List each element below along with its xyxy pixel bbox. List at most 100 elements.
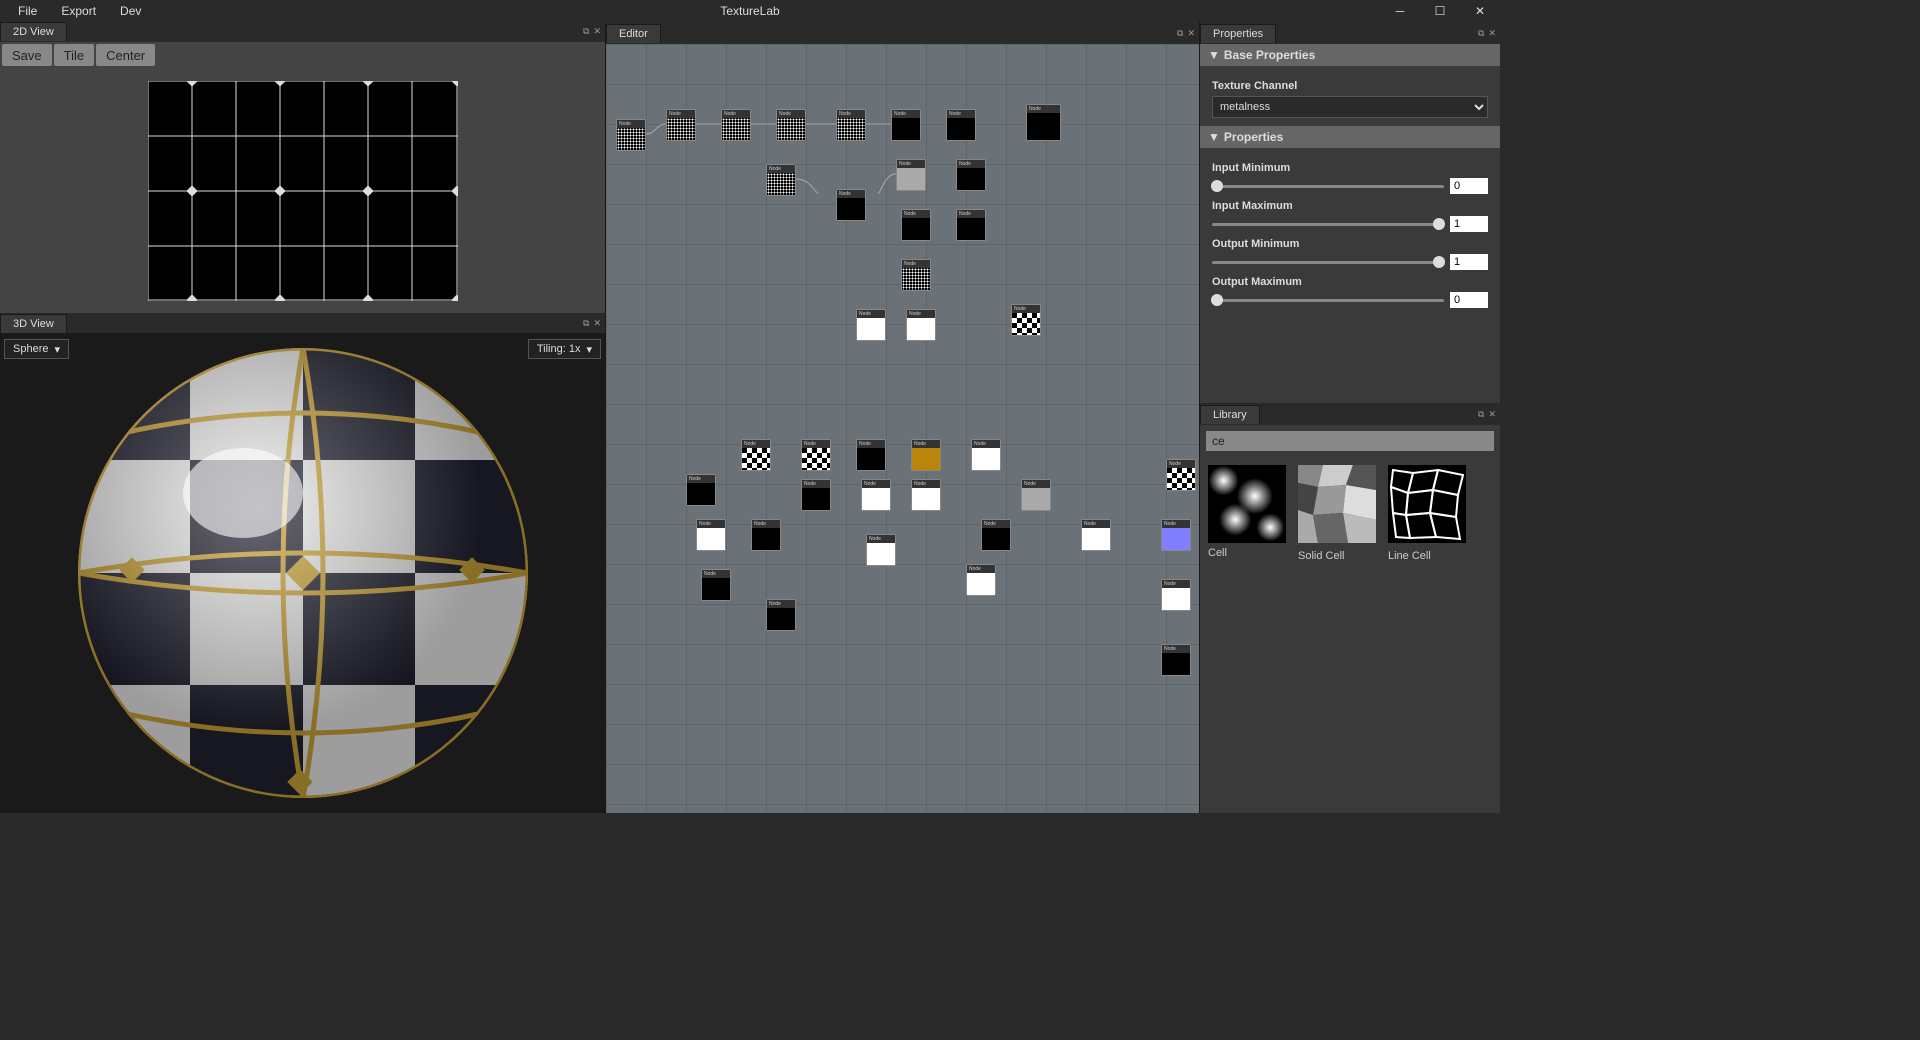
popout-icon[interactable]: ⧉ <box>1177 28 1183 39</box>
library-grid: Cell Solid Cell Line Cell <box>1200 457 1500 570</box>
maximize-button[interactable]: ☐ <box>1420 0 1460 22</box>
view2d-canvas[interactable] <box>0 68 605 313</box>
editor-node[interactable]: Node <box>956 159 986 191</box>
close-icon[interactable]: ✕ <box>1488 409 1496 420</box>
input-min-slider[interactable] <box>1212 185 1444 188</box>
editor-node[interactable]: Node <box>696 519 726 551</box>
texture-preview-2d <box>148 81 458 301</box>
properties-panel: ▼Base Properties Texture Channel metalne… <box>1200 44 1500 403</box>
output-min-slider[interactable] <box>1212 261 1444 264</box>
popout-icon[interactable]: ⧉ <box>1478 409 1484 420</box>
editor-node[interactable]: Node <box>776 109 806 141</box>
tile-button[interactable]: Tile <box>54 44 94 66</box>
editor-node[interactable]: Node <box>956 209 986 241</box>
input-max-slider[interactable] <box>1212 223 1444 226</box>
tiling-dropdown[interactable]: Tiling: 1x▾ <box>528 339 601 359</box>
minimize-button[interactable]: ─ <box>1380 0 1420 22</box>
center-column: Editor ⧉ ✕ NodeNodeNodeNodeNodeNodeNodeN… <box>606 22 1200 813</box>
texture-channel-select[interactable]: metalness <box>1212 96 1488 118</box>
close-icon[interactable]: ✕ <box>593 318 601 329</box>
properties-header[interactable]: ▼Properties <box>1200 126 1500 148</box>
editor-node[interactable]: Node <box>1161 579 1191 611</box>
chevron-down-icon: ▾ <box>54 343 60 356</box>
editor-node[interactable]: Node <box>616 119 646 151</box>
close-icon[interactable]: ✕ <box>1187 28 1195 39</box>
editor-node[interactable]: Node <box>701 569 731 601</box>
editor-node[interactable]: Node <box>1081 519 1111 551</box>
view3d-panel: Sphere▾ Tiling: 1x▾ <box>0 333 605 813</box>
editor-node[interactable]: Node <box>856 439 886 471</box>
popout-icon[interactable]: ⧉ <box>583 318 589 329</box>
output-min-value[interactable] <box>1450 254 1488 270</box>
library-item-cell[interactable]: Cell <box>1208 465 1286 562</box>
editor-node[interactable]: Node <box>1161 644 1191 676</box>
window-controls: ─ ☐ ✕ <box>1380 0 1500 22</box>
editor-node[interactable]: Node <box>901 209 931 241</box>
editor-node[interactable]: Node <box>741 439 771 471</box>
editor-node[interactable]: Node <box>1166 459 1196 491</box>
node-editor[interactable]: Node Node Node Node Node Node Node Node Node Node… <box>606 44 1199 813</box>
editor-node[interactable]: Node <box>721 109 751 141</box>
output-max-slider[interactable] <box>1212 299 1444 302</box>
editor-node[interactable]: Node <box>836 109 866 141</box>
editor-node[interactable]: Node <box>911 479 941 511</box>
popout-icon[interactable]: ⧉ <box>583 26 589 37</box>
editor-node[interactable]: Node <box>861 479 891 511</box>
editor-node[interactable]: Node <box>1021 479 1051 511</box>
output-max-value[interactable] <box>1450 292 1488 308</box>
editor-node[interactable]: Node <box>946 109 976 141</box>
view3d-tab[interactable]: 3D View <box>0 314 67 333</box>
properties-tab[interactable]: Properties <box>1200 24 1276 43</box>
editor-node[interactable]: Node <box>766 164 796 196</box>
editor-node[interactable]: Node <box>801 439 831 471</box>
popout-icon[interactable]: ⧉ <box>1478 28 1484 39</box>
view2d-tab[interactable]: 2D View <box>0 22 67 41</box>
view2d-panel: Save Tile Center <box>0 42 605 313</box>
editor-node[interactable]: Node <box>766 599 796 631</box>
sphere-preview <box>63 333 543 813</box>
editor-node[interactable]: Node <box>836 189 866 221</box>
shape-dropdown[interactable]: Sphere▾ <box>4 339 69 359</box>
editor-node[interactable]: Node <box>751 519 781 551</box>
editor-node[interactable]: Node <box>981 519 1011 551</box>
close-icon[interactable]: ✕ <box>1488 28 1496 39</box>
editor-node[interactable]: Node <box>911 439 941 471</box>
editor-node[interactable]: Node <box>906 309 936 341</box>
editor-node[interactable]: Node <box>801 479 831 511</box>
editor-node[interactable]: Node <box>901 259 931 291</box>
solid-cell-thumb <box>1298 465 1376 543</box>
editor-node[interactable]: Node <box>971 439 1001 471</box>
menu-dev[interactable]: Dev <box>110 2 151 20</box>
editor-tab-bar: Editor ⧉ ✕ <box>606 22 1199 44</box>
editor-tab[interactable]: Editor <box>606 24 661 43</box>
chevron-down-icon: ▾ <box>586 343 592 356</box>
close-button[interactable]: ✕ <box>1460 0 1500 22</box>
menu-file[interactable]: File <box>8 2 47 20</box>
view3d-toolbar: Sphere▾ Tiling: 1x▾ <box>0 337 605 361</box>
menu-export[interactable]: Export <box>51 2 106 20</box>
chevron-down-icon: ▼ <box>1208 48 1220 62</box>
editor-node[interactable]: Node <box>666 109 696 141</box>
editor-node[interactable]: Node <box>1011 304 1041 336</box>
line-cell-thumb <box>1388 465 1466 543</box>
editor-node[interactable]: Node <box>686 474 716 506</box>
editor-node[interactable]: Node <box>1026 104 1061 141</box>
center-button[interactable]: Center <box>96 44 155 66</box>
editor-node[interactable]: Node <box>966 564 996 596</box>
base-properties-header[interactable]: ▼Base Properties <box>1200 44 1500 66</box>
close-icon[interactable]: ✕ <box>593 26 601 37</box>
editor-node[interactable]: Node <box>896 159 926 191</box>
view3d-canvas[interactable] <box>0 333 605 813</box>
editor-node[interactable]: Node <box>866 534 896 566</box>
library-item-line-cell[interactable]: Line Cell <box>1388 465 1466 562</box>
input-max-value[interactable] <box>1450 216 1488 232</box>
editor-node[interactable]: Node <box>1161 519 1191 551</box>
editor-node[interactable]: Node <box>856 309 886 341</box>
editor-node[interactable]: Node <box>891 109 921 141</box>
library-search-input[interactable] <box>1206 431 1494 451</box>
save-button[interactable]: Save <box>2 44 52 66</box>
output-min-label: Output Minimum <box>1212 238 1488 250</box>
input-min-value[interactable] <box>1450 178 1488 194</box>
library-item-solid-cell[interactable]: Solid Cell <box>1298 465 1376 562</box>
library-tab[interactable]: Library <box>1200 405 1260 424</box>
